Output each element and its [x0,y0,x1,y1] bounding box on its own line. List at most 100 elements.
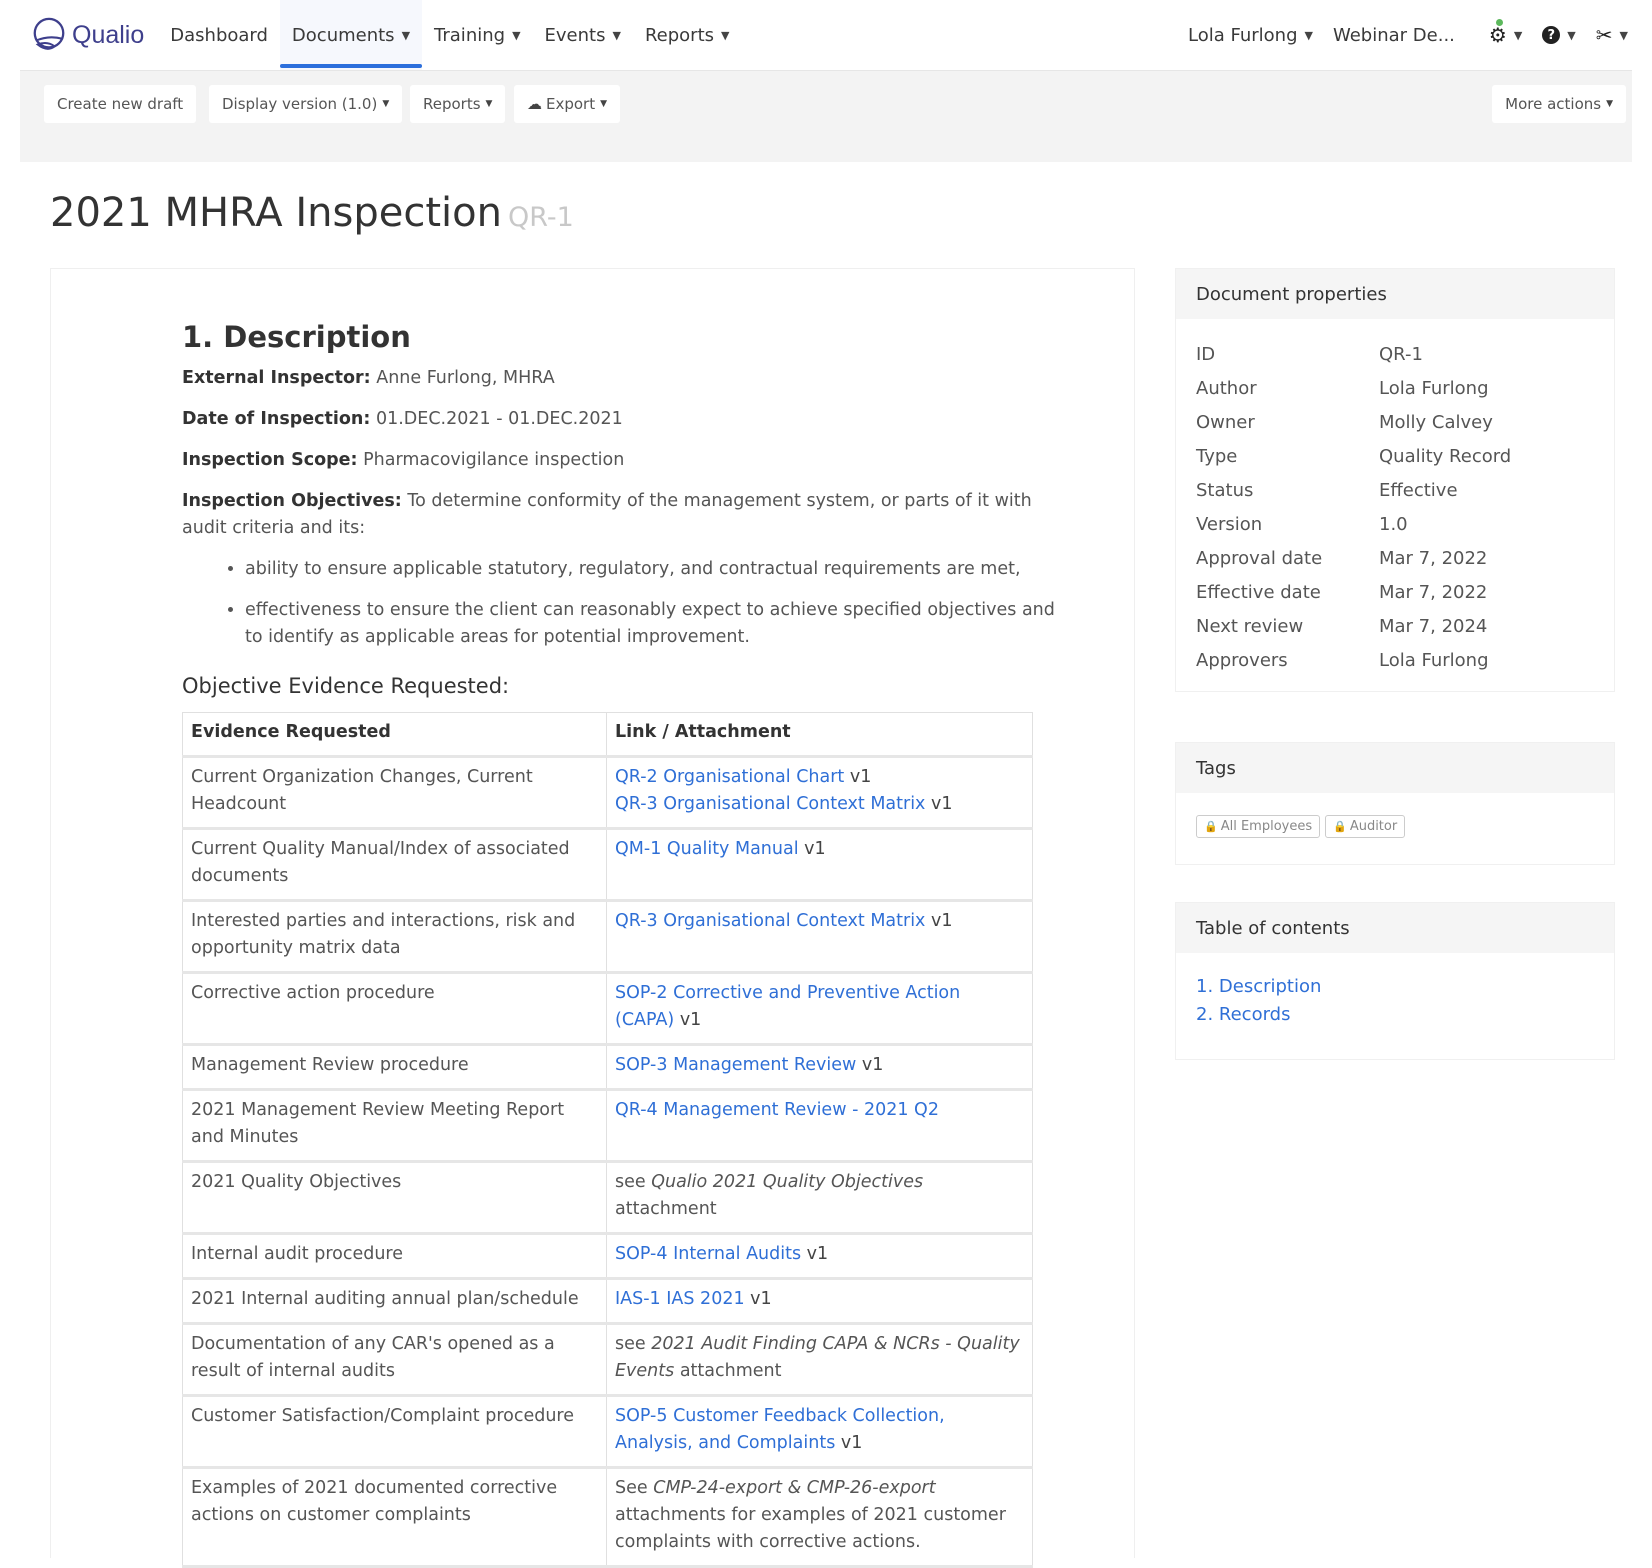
nav-item-events[interactable]: Events ▼ [533,0,633,70]
property-row-owner: Owner Molly Calvey [1196,405,1594,439]
field-value: Anne Furlong, MHRA [376,368,555,388]
attachment-cell: see Qualio 2021 Quality Objectives attac… [606,1161,1033,1235]
panel-title: Table of contents [1176,903,1614,953]
document-content: 1. Description External Inspector: Anne … [182,319,1062,1568]
tags-panel: Tags 🔒 All Employees 🔒 Auditor [1175,742,1615,865]
field-value: Pharmacovigilance inspection [363,450,625,470]
settings-menu[interactable]: ⚙ ▼ [1479,0,1532,70]
document-code: QR-1 [507,202,574,233]
document-link[interactable]: SOP-2 Corrective and Preventive Action (… [615,983,960,1030]
table-row: Management Review procedure SOP-3 Managem… [182,1044,1033,1091]
field-date-of-inspection: Date of Inspection: 01.DEC.2021 - 01.DEC… [182,406,1062,433]
attachment-cell: QR-4 Management Review - 2021 Q2 [606,1089,1033,1163]
attachment-line: QM-1 Quality Manual v1 [615,836,1024,863]
nav-item-reports[interactable]: Reports ▼ [633,0,742,70]
evidence-cell: 2021 Management Review Meeting Report an… [182,1089,607,1163]
nav-item-label: Dashboard [170,24,268,46]
page-title: 2021 MHRA Inspection QR-1 [50,190,574,236]
tag-auditor[interactable]: 🔒 Auditor [1325,815,1406,838]
help-menu[interactable]: ? ▼ [1532,0,1585,70]
tags-list: 🔒 All Employees 🔒 Auditor [1176,793,1614,864]
attachment-cell: see 2021 Audit Finding CAPA & NCRs - Qua… [606,1323,1033,1397]
nav-item-label: Documents [291,24,395,46]
display-version-dropdown[interactable]: Display version (1.0) ▼ [209,85,403,123]
property-value: Mar 7, 2024 [1379,615,1488,637]
create-draft-button[interactable]: Create new draft [44,85,197,123]
version-label: v1 [844,767,872,787]
evidence-cell: Current Quality Manual/Index of associat… [182,828,607,902]
document-properties-panel: Document properties ID QR-1 Author Lola Fur… [1175,268,1615,692]
cloud-upload-icon: ☁ [527,95,542,113]
attachment-line: IAS-1 IAS 2021 v1 [615,1286,1024,1313]
table-row: 2021 Quality Objectives see Qualio 2021 Q… [182,1161,1033,1235]
document-link[interactable]: QR-2 Organisational Chart [615,767,844,787]
property-label: Approvers [1196,649,1288,671]
property-value: Quality Record [1379,445,1512,467]
version-label: v1 [801,1244,829,1264]
qualio-logo[interactable]: Qualio [30,0,144,70]
document-link[interactable]: SOP-3 Management Review [615,1055,856,1075]
tag-label: All Employees [1220,819,1313,834]
tools-menu[interactable]: ✂ ▼ [1586,0,1638,70]
property-value: Mar 7, 2022 [1379,547,1488,569]
property-row-approvers: Approvers Lola Furlong [1196,643,1594,677]
document-link[interactable]: QR-4 Management Review - 2021 Q2 [615,1100,939,1120]
nav-item-dashboard[interactable]: Dashboard [158,0,280,70]
document-link[interactable]: QR-3 Organisational Context Matrix [615,794,925,814]
property-value: Mar 7, 2022 [1379,581,1488,603]
objectives-list: ability to ensure applicable statutory, … [182,556,1062,651]
user-menu[interactable]: Lola Furlong ▼ [1178,0,1323,70]
workspace-name: Webinar De... [1332,24,1455,46]
document-link[interactable]: SOP-4 Internal Audits [615,1244,801,1264]
property-label: Next review [1196,615,1304,637]
attachment-line: QR-2 Organisational Chart v1 [615,764,1024,791]
property-label: Status [1196,479,1254,501]
property-label: Approval date [1196,547,1323,569]
field-label: Date of Inspection: [182,409,371,429]
evidence-cell: Documentation of any CAR's opened as a r… [182,1323,607,1397]
chevron-down-icon: ▼ [1567,28,1576,42]
property-row-effective-date: Effective date Mar 7, 2022 [1196,575,1594,609]
list-item: ability to ensure applicable statutory, … [245,556,1062,583]
document-link[interactable]: SOP-5 Customer Feedback Collection, Anal… [615,1406,945,1453]
toc-link[interactable]: 2. Records [1196,1001,1594,1029]
panel-title: Tags [1176,743,1614,793]
evidence-cell: Customer Satisfaction/Complaint procedur… [182,1395,607,1469]
version-label: v1 [925,911,953,931]
display-version-label: Display version (1.0) [222,95,378,113]
nav-item-documents[interactable]: Documents ▼ [279,0,423,70]
document-link[interactable]: IAS-1 IAS 2021 [615,1289,745,1309]
more-actions-dropdown[interactable]: More actions ▼ [1492,85,1626,123]
field-inspection-scope: Inspection Scope: Pharmacovigilance insp… [182,447,1062,474]
toc-list: 1. Description 2. Records [1176,953,1614,1059]
document-link[interactable]: QM-1 Quality Manual [615,839,799,859]
chevron-down-icon: ▼ [1619,28,1628,42]
more-actions-label: More actions [1505,95,1602,113]
list-item: effectiveness to ensure the client can r… [245,597,1062,651]
table-row: Internal audit procedure SOP-4 Internal A… [182,1233,1033,1280]
help-icon: ? [1542,26,1561,44]
field-inspection-objectives: Inspection Objectives: To determine conf… [182,488,1062,542]
table-row: Interested parties and interactions, ris… [182,900,1033,974]
attachment-text-post: attachment [674,1361,782,1381]
attachment-name: CMP-24-export & CMP-26-export [653,1478,936,1498]
evidence-cell: Management Review procedure [182,1044,607,1091]
chevron-down-icon: ▼ [401,28,411,42]
reports-dropdown[interactable]: Reports ▼ [410,85,506,123]
property-value: Effective [1379,479,1458,501]
document-link[interactable]: QR-3 Organisational Context Matrix [615,911,925,931]
chevron-down-icon: ▼ [1606,99,1613,109]
attachment-text-post: attachment [615,1199,717,1219]
field-value: 01.DEC.2021 - 01.DEC.2021 [375,409,623,429]
tag-all-employees[interactable]: 🔒 All Employees [1196,815,1321,838]
export-dropdown[interactable]: ☁ Export ▼ [514,85,621,123]
evidence-table: Evidence Requested Link / Attachment Cur… [182,712,1033,1568]
attachment-text-pre: see [615,1172,652,1192]
column-header: Evidence Requested [182,712,607,758]
chevron-down-icon: ▼ [485,99,493,109]
workspace-selector[interactable]: Webinar De... [1323,0,1465,70]
property-value: QR-1 [1379,343,1423,365]
toc-link[interactable]: 1. Description [1196,973,1594,1001]
nav-item-training[interactable]: Training ▼ [422,0,533,70]
field-external-inspector: External Inspector: Anne Furlong, MHRA [182,365,1062,392]
